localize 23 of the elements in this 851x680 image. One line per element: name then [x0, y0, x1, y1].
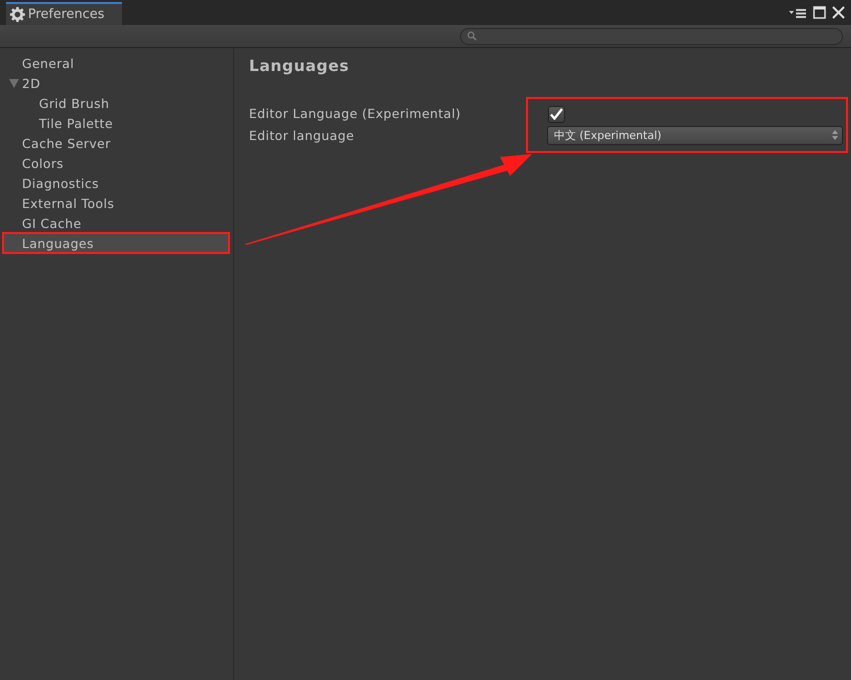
sidebar-item[interactable]: Diagnostics: [3, 173, 229, 193]
sidebar-item[interactable]: Cache Server: [3, 133, 229, 153]
sidebar-item[interactable]: GI Cache: [3, 213, 229, 233]
menu-icon[interactable]: [789, 8, 807, 18]
maximize-icon[interactable]: [813, 6, 826, 19]
close-icon[interactable]: [832, 6, 845, 19]
updown-arrows-icon: [832, 130, 838, 140]
tab-title: Preferences: [28, 7, 104, 22]
preferences-tab[interactable]: Preferences: [6, 2, 122, 25]
sidebar-item[interactable]: 2D: [3, 73, 229, 93]
setting-label: Editor language: [249, 127, 356, 145]
sidebar-item[interactable]: Tile Palette: [3, 113, 229, 133]
sidebar-item[interactable]: General: [3, 53, 229, 73]
gear-icon: [10, 7, 25, 22]
sidebar-item[interactable]: Colors: [3, 153, 229, 173]
section-title: Languages: [249, 57, 350, 75]
sidebar-item[interactable]: Grid Brush: [3, 93, 229, 113]
checkbox[interactable]: [548, 106, 565, 122]
search-icon: [467, 31, 477, 41]
setting-label: Editor Language (Experimental): [249, 105, 462, 123]
sidebar-item[interactable]: Languages: [3, 233, 229, 253]
language-dropdown[interactable]: 中文 (Experimental): [547, 126, 843, 144]
sidebar-item[interactable]: External Tools: [3, 193, 229, 213]
